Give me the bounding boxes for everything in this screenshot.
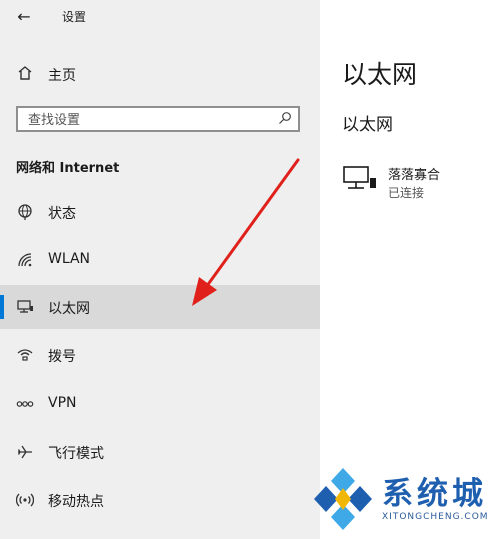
dialup-icon bbox=[17, 349, 33, 361]
nav-item-vpn[interactable]: VPN bbox=[0, 382, 320, 426]
wifi-icon bbox=[18, 253, 32, 267]
nav-home-label: 主页 bbox=[48, 68, 76, 84]
nav-item-status-label: 状态 bbox=[48, 206, 76, 222]
nav-item-dialup[interactable]: 拨号 bbox=[0, 333, 320, 377]
hotspot-icon bbox=[16, 493, 34, 507]
nav-item-ethernet[interactable]: 以太网 bbox=[0, 285, 320, 329]
home-icon bbox=[18, 66, 32, 80]
ethernet-network-icon bbox=[343, 166, 376, 189]
nav-item-wlan-label: WLAN bbox=[48, 251, 91, 267]
back-button[interactable]: ← bbox=[12, 6, 36, 28]
arrow-left-icon: ← bbox=[17, 7, 31, 26]
nav-item-vpn-label: VPN bbox=[48, 395, 77, 411]
network-name: 落落寡合 bbox=[388, 168, 441, 183]
watermark: 系统城 XITONGCHENG.COM bbox=[306, 464, 500, 539]
watermark-url: XITONGCHENG.COM bbox=[382, 512, 489, 522]
airplane-icon bbox=[17, 445, 32, 459]
nav-item-status[interactable]: 状态 bbox=[0, 190, 320, 234]
nav-item-hotspot[interactable]: 移动热点 bbox=[0, 478, 320, 522]
globe-icon bbox=[18, 204, 32, 220]
network-status: 已连接 bbox=[388, 186, 425, 200]
nav-item-airplane-label: 飞行模式 bbox=[48, 446, 104, 462]
search-icon[interactable] bbox=[278, 111, 292, 125]
search-input[interactable] bbox=[26, 110, 270, 130]
nav-item-ethernet-label: 以太网 bbox=[48, 301, 90, 317]
nav-item-hotspot-label: 移动热点 bbox=[48, 494, 104, 510]
vpn-icon bbox=[16, 401, 34, 407]
content-pane: 以太网 以太网 落落寡合 已连接 bbox=[320, 0, 500, 539]
section-subtitle: 以太网 bbox=[342, 115, 393, 135]
section-title: 网络和 Internet bbox=[16, 161, 120, 176]
nav-home[interactable]: 主页 bbox=[0, 60, 320, 88]
nav-item-wlan[interactable]: WLAN bbox=[0, 238, 320, 282]
network-entry[interactable]: 落落寡合 已连接 bbox=[342, 162, 492, 204]
search-box[interactable] bbox=[16, 106, 300, 132]
watermark-text: 系统城 bbox=[382, 476, 487, 512]
page-title: 以太网 bbox=[342, 60, 418, 89]
settings-sidebar: ← 设置 主页 网络和 Internet 状态 WLAN bbox=[0, 0, 320, 539]
window-title: 设置 bbox=[62, 10, 87, 24]
selected-indicator bbox=[0, 295, 4, 319]
diamond-logo-icon bbox=[314, 468, 372, 530]
nav-item-airplane[interactable]: 飞行模式 bbox=[0, 430, 320, 474]
ethernet-icon bbox=[17, 300, 33, 313]
nav-item-dialup-label: 拨号 bbox=[48, 349, 76, 365]
